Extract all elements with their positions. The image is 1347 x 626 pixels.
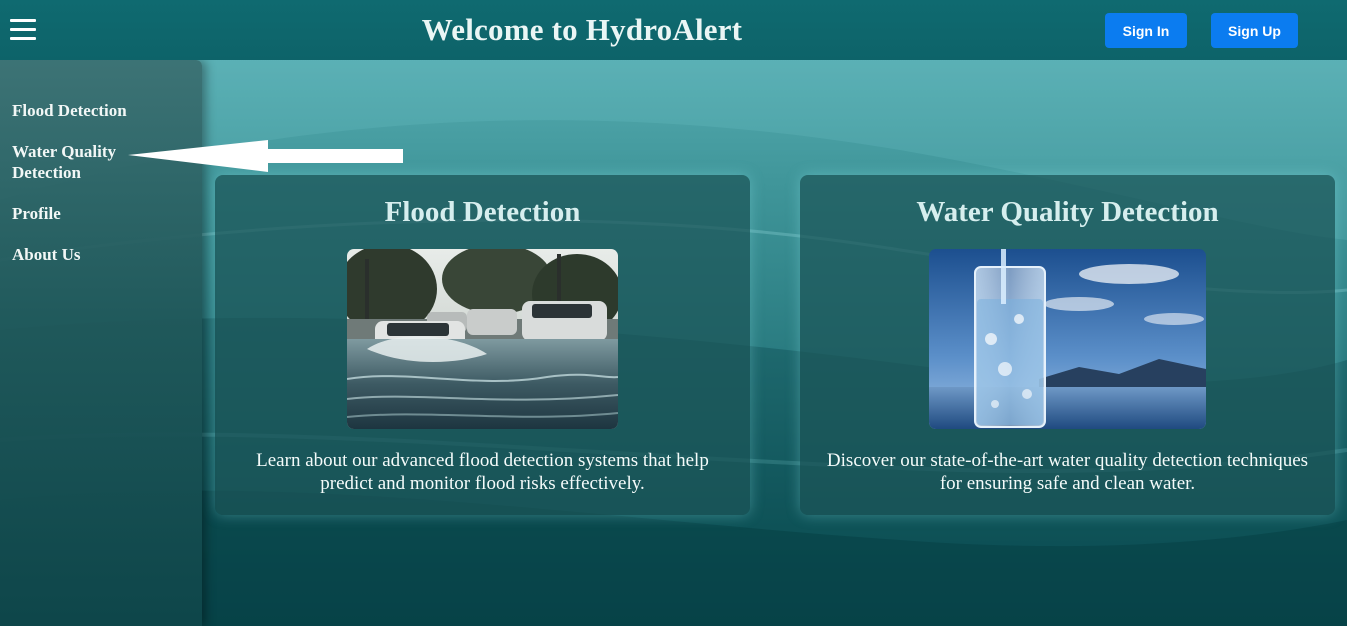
card-title: Water Quality Detection <box>916 196 1219 228</box>
card-title: Flood Detection <box>384 196 581 228</box>
sidebar-item-water-quality-detection[interactable]: Water Quality Detection <box>0 141 140 183</box>
sign-in-button[interactable]: Sign In <box>1105 13 1187 48</box>
sidebar-item-flood-detection[interactable]: Flood Detection <box>0 100 140 121</box>
site-title: Welcome to HydroAlert <box>421 12 743 47</box>
sidebar-item-profile[interactable]: Profile <box>0 203 140 224</box>
top-navigation-bar: Welcome to HydroAlert Sign In Sign Up <box>0 0 1347 60</box>
sidebar-item-about-us[interactable]: About Us <box>0 244 140 265</box>
card-description: Discover our state-of-the-art water qual… <box>826 450 1309 494</box>
card-description: Learn about our advanced flood detection… <box>256 450 709 494</box>
water-glass-image <box>929 249 1206 429</box>
sign-up-button[interactable]: Sign Up <box>1211 13 1298 48</box>
flood-detection-card[interactable]: Flood Detection Learn about our advanced… <box>215 175 750 515</box>
left-arrow-icon <box>128 140 403 172</box>
flooded-street-image <box>347 249 618 429</box>
water-quality-detection-card[interactable]: Water Quality Detection Discover our sta… <box>800 175 1335 515</box>
